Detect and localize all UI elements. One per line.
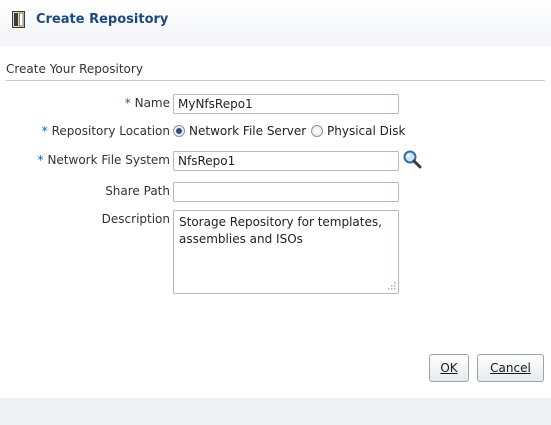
- repository-location-radio-group: Network File Server Physical Disk: [173, 124, 406, 140]
- radio-network-file-server[interactable]: Network File Server: [173, 124, 306, 138]
- description-label: Description: [101, 212, 170, 226]
- network-file-system-label-text: Network File System: [47, 153, 170, 167]
- network-file-system-input[interactable]: [173, 151, 399, 171]
- section-title: Create Your Repository: [6, 62, 143, 76]
- section-divider: [6, 80, 545, 81]
- resize-grip-icon[interactable]: [385, 279, 397, 291]
- search-icon[interactable]: [402, 149, 422, 169]
- required-marker: *: [37, 153, 44, 167]
- cancel-button[interactable]: Cancel: [477, 354, 544, 382]
- ok-button[interactable]: OK: [429, 354, 469, 382]
- required-marker: *: [41, 124, 48, 138]
- network-file-system-label: * Network File System: [38, 153, 170, 167]
- radio-physical-disk[interactable]: Physical Disk: [311, 124, 405, 138]
- repository-icon: [12, 11, 25, 28]
- repository-location-label-text: Repository Location: [51, 124, 170, 138]
- share-path-input[interactable]: [173, 182, 399, 202]
- dialog-title: Create Repository: [36, 12, 169, 27]
- repository-location-label: * Repository Location: [42, 124, 170, 138]
- name-label: * Name: [125, 96, 170, 110]
- radio-button-selected[interactable]: [173, 125, 185, 137]
- dialog-header: Create Repository: [0, 0, 551, 46]
- radio-button-unselected[interactable]: [311, 125, 323, 137]
- name-input[interactable]: [173, 94, 399, 114]
- name-label-text: Name: [134, 96, 170, 110]
- description-textarea[interactable]: Storage Repository for templates, assemb…: [173, 210, 399, 294]
- required-marker: *: [124, 96, 131, 110]
- share-path-label: Share Path: [105, 184, 170, 198]
- dialog-footer: [0, 398, 551, 425]
- radio-label-network-file-server[interactable]: Network File Server: [189, 124, 306, 138]
- radio-label-physical-disk[interactable]: Physical Disk: [327, 124, 405, 138]
